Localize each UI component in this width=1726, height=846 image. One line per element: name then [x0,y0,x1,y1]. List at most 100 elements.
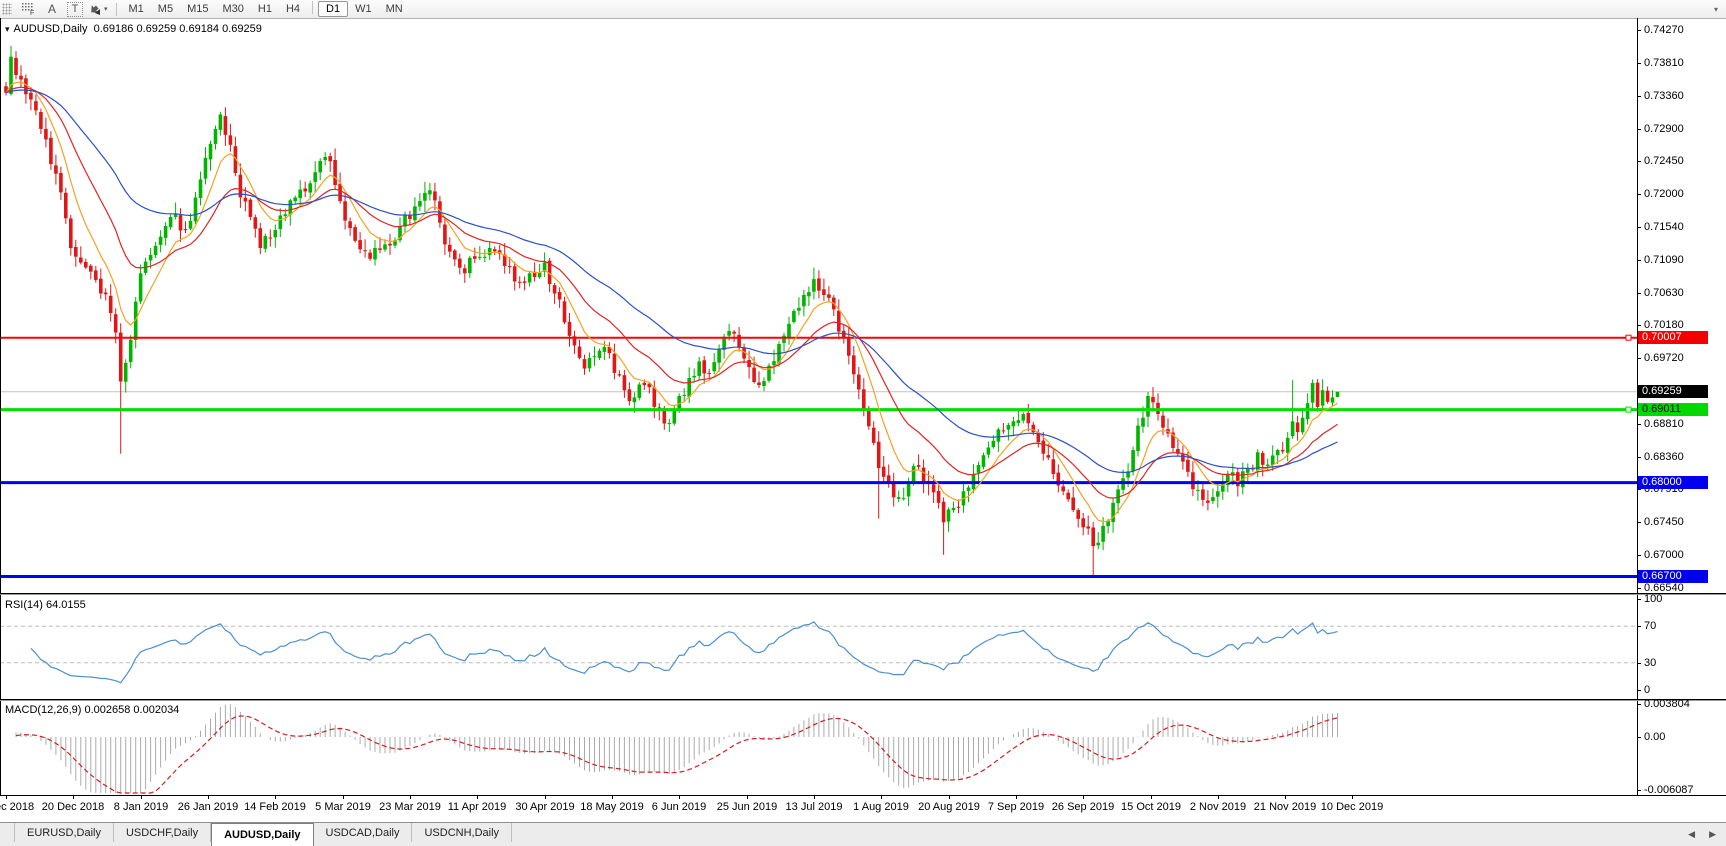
tf-button-m15[interactable]: M15 [180,1,215,17]
date-tick [747,795,748,799]
toolbar-separator [115,2,117,16]
date-label: 23 Mar 2019 [379,801,441,813]
date-label: 30 Apr 2019 [515,801,575,813]
macd-timeaxis-separator [0,795,1726,796]
price-badge-0.70007: 0.70007 [1638,331,1708,344]
chart-title: ▾ AUDUSD,Daily 0.69186 0.69259 0.69184 0.… [5,23,262,35]
price-tick [1637,227,1641,228]
price-tick [1637,129,1641,130]
tf-button-m5[interactable]: M5 [151,1,180,17]
price-tick-label: 0.73810 [1644,57,1684,69]
rsi-tick-label: 30 [1644,657,1657,669]
macd-tick [1637,704,1641,705]
date-tick [814,795,815,799]
date-tick [1151,795,1152,799]
price-tick [1637,63,1641,64]
tab-usdchf-daily[interactable]: USDCHF,Daily [114,823,212,842]
tf-button-h1[interactable]: H1 [251,1,279,17]
date-tick [1218,795,1219,799]
chart-title-collapse-icon[interactable]: ▾ [5,24,10,34]
date-label: 25 Jun 2019 [716,801,778,813]
date-tick [6,795,7,799]
arrows-icon[interactable]: ▾ [89,1,108,17]
price-tick [1637,161,1641,162]
date-tick [275,795,276,799]
price-tick [1637,588,1641,589]
candlestick-chart[interactable] [0,18,1637,594]
date-label: 15 Oct 2019 [1121,801,1181,813]
tf-button-m1[interactable]: M1 [122,1,151,17]
date-tick [410,795,411,799]
rsi-indicator-chart[interactable] [0,595,1637,699]
rsi-tick [1637,599,1641,600]
date-tick [141,795,142,799]
grid-f-icon[interactable]: F [19,1,37,17]
arrows-dropdown-caret-icon[interactable]: ▾ [104,5,108,13]
ohlc-close: 0.69259 [222,23,262,35]
date-tick [208,795,209,799]
tab-scroll-right-icon[interactable]: ▶ [1709,829,1716,840]
price-tick [1637,555,1641,556]
text-box-icon[interactable]: T [67,1,83,17]
date-tick [73,795,74,799]
price-tick-label: 0.68360 [1644,451,1684,463]
macd-values: 0.002658 0.002034 [84,704,180,716]
main-rsi-separator-shadow [0,594,1726,595]
date-tick [612,795,613,799]
date-label: 2 Nov 2019 [1189,801,1247,813]
price-tick [1637,293,1641,294]
tf-button-h4[interactable]: H4 [279,1,307,17]
chart-tabs: EURUSD,Daily USDCHF,Daily AUDUSD,Daily USDC… [14,823,513,846]
tf-button-d1[interactable]: D1 [318,1,349,17]
tab-audusd-daily[interactable]: AUDUSD,Daily [211,823,314,846]
rsi-value: 64.0155 [45,599,86,611]
date-label: 1 Aug 2019 [853,801,909,813]
rsi-name: RSI(14) [5,599,43,611]
tab-scroll-left-icon[interactable]: ◀ [1688,829,1695,840]
macd-tick [1637,737,1641,738]
tab-usdcad-daily[interactable]: USDCAD,Daily [314,823,413,842]
svg-text:F: F [30,10,34,16]
date-label: 8 Jan 2019 [113,801,169,813]
date-label: 14 Feb 2019 [244,801,306,813]
price-tick-label: 0.70630 [1644,287,1684,299]
price-tick [1637,489,1641,490]
date-tick [1352,795,1353,799]
tab-eurusd-daily[interactable]: EURUSD,Daily [14,823,114,842]
rsi-tick-label: 70 [1644,620,1657,632]
toolbar: F A T ▾ M1 M5 M15 M30 H1 H4 D1 W1 MN ▾ [0,0,1726,19]
price-tick-label: 0.74270 [1644,24,1684,36]
macd-name: MACD(12,26,9) [5,704,82,716]
tf-button-m30[interactable]: M30 [215,1,250,17]
macd-tick [1637,790,1641,791]
date-label: 26 Sep 2019 [1051,801,1115,813]
macd-tick-label: 0.003804 [1644,698,1690,710]
tab-scroll-controls: ◀ ▶ [1688,829,1716,840]
tf-button-w1[interactable]: W1 [348,1,379,17]
tab-usdcnh-daily[interactable]: USDCNH,Daily [412,823,513,842]
rsi-tick [1637,626,1641,627]
price-tick [1637,96,1641,97]
ohlc-low: 0.69184 [179,23,220,35]
tf-button-mn[interactable]: MN [379,1,410,17]
price-tick [1637,260,1641,261]
price-tick [1637,30,1641,31]
date-label: 20 Dec 2018 [41,801,105,813]
price-badge-0.68000: 0.68000 [1638,476,1708,489]
price-tick-label: 0.68810 [1644,418,1684,430]
price-tick [1637,424,1641,425]
toolbar-drag-handle[interactable] [2,3,12,15]
price-tick-label: 0.67450 [1644,516,1684,528]
price-tick-label: 0.71090 [1644,254,1684,266]
mt-terminal-window: F A T ▾ M1 M5 M15 M30 H1 H4 D1 W1 MN ▾ ▾ AUDUSD,D… [0,0,1726,846]
toolbar-overflow-icon[interactable]: ▾ [1714,5,1718,14]
date-tick [679,795,680,799]
macd-tick-label: 0.00 [1644,731,1666,743]
macd-indicator-chart[interactable] [0,701,1637,795]
price-tick-label: 0.72450 [1644,155,1684,167]
rsi-tick [1637,690,1641,691]
price-tick [1637,457,1641,458]
price-tick-label: 0.72000 [1644,188,1684,200]
date-label: 21 Nov 2019 [1253,801,1317,813]
text-label-icon[interactable]: A [43,1,61,17]
